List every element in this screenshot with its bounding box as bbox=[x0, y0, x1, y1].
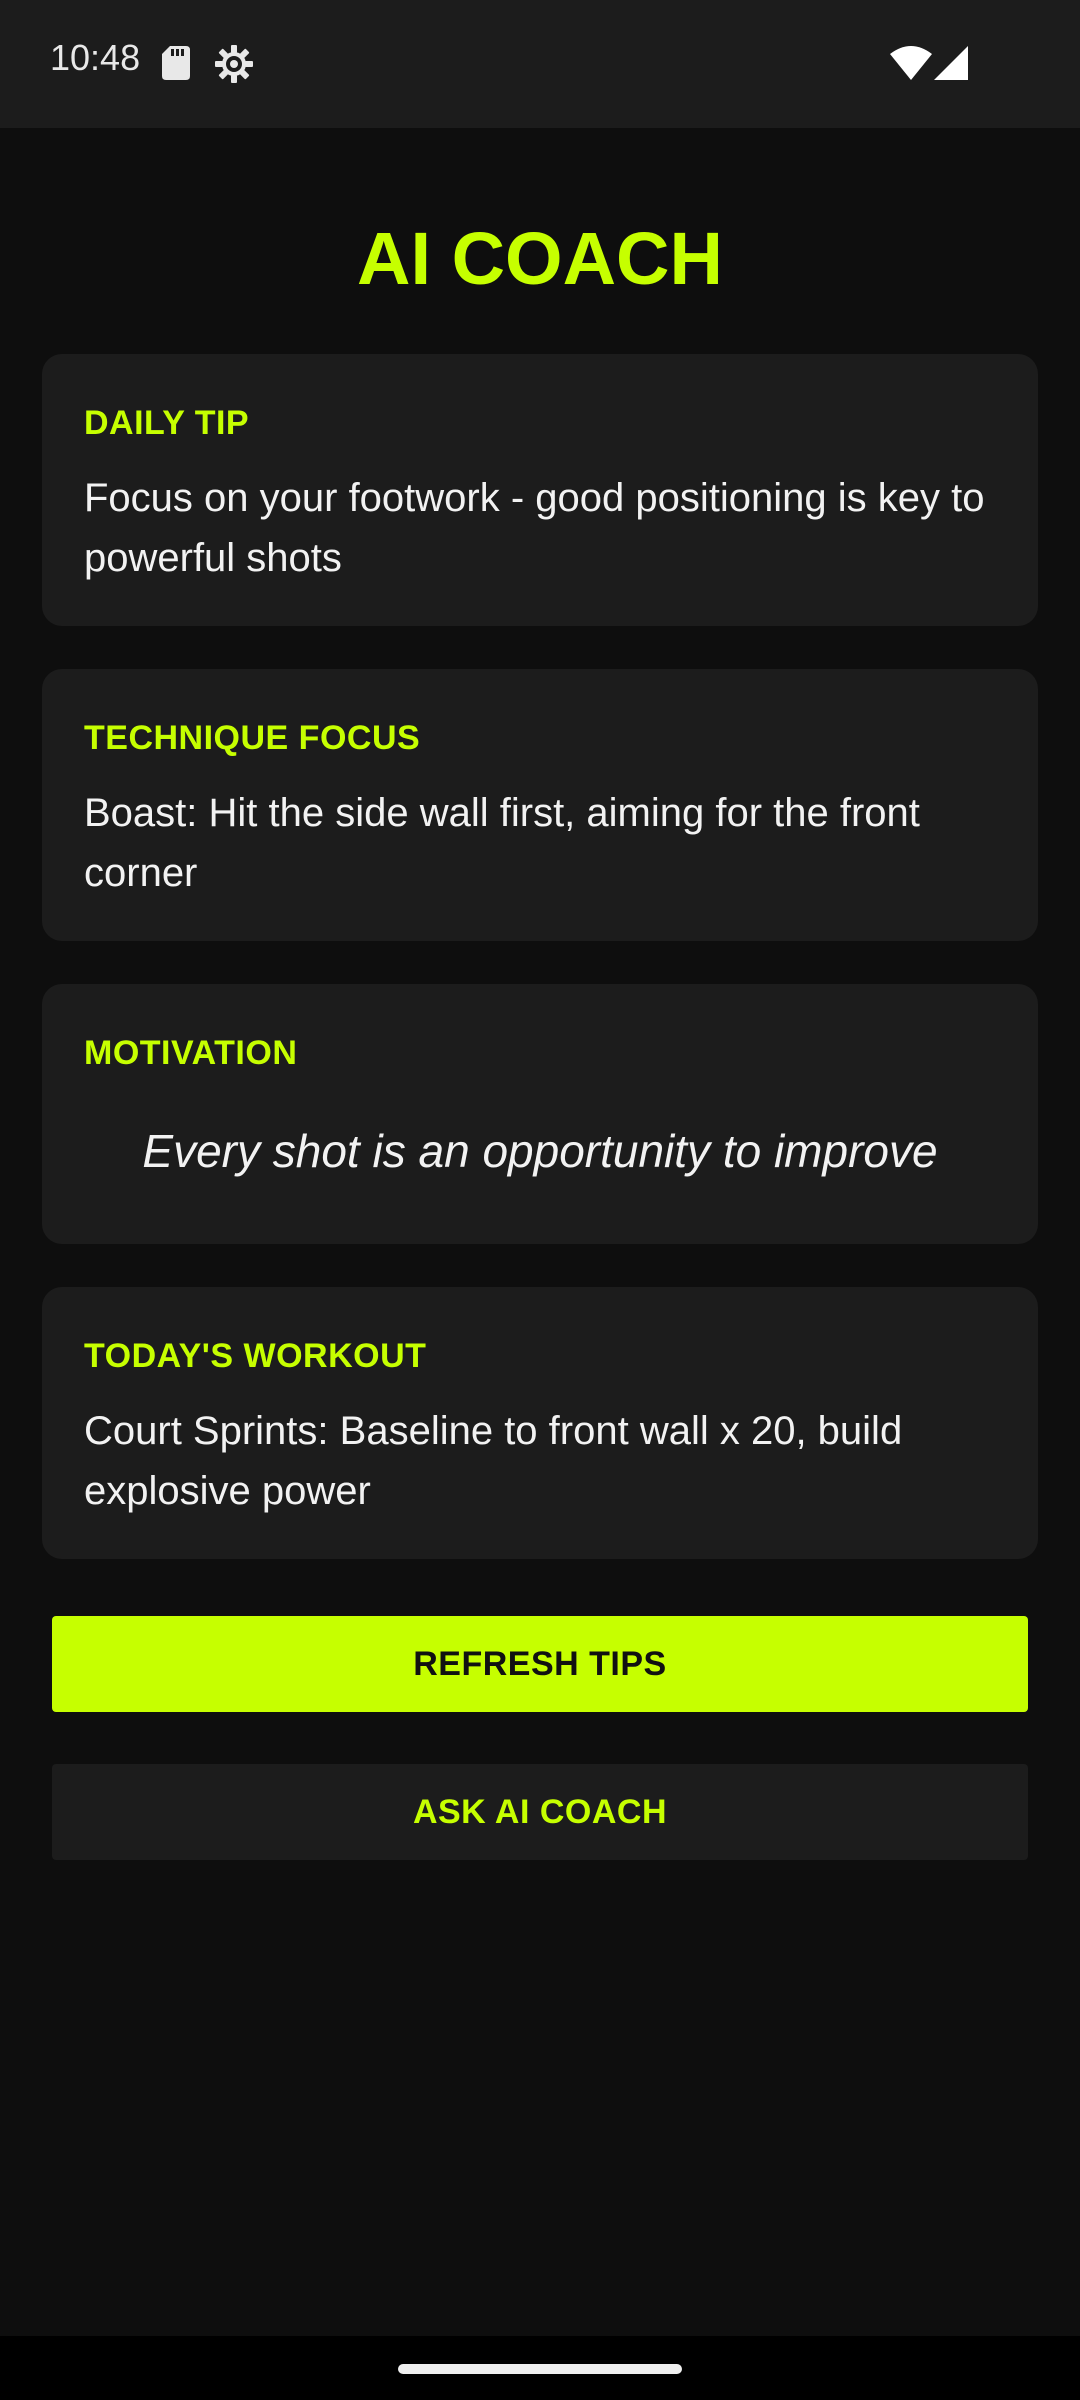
workout-label: TODAY'S WORKOUT bbox=[84, 1337, 427, 1375]
daily-tip-label: DAILY TIP bbox=[84, 404, 250, 442]
workout-card: TODAY'S WORKOUT Court Sprints: Baseline … bbox=[42, 1287, 1038, 1559]
wifi-icon bbox=[890, 46, 932, 85]
sd-card-icon bbox=[162, 46, 190, 85]
home-gesture-handle[interactable] bbox=[398, 2364, 682, 2374]
navigation-bar bbox=[0, 2336, 1080, 2400]
ask-ai-coach-button[interactable]: ASK AI COACH bbox=[52, 1764, 1028, 1860]
motivation-quote: Every shot is an opportunity to improve bbox=[142, 1125, 938, 1177]
status-time: 10:48 bbox=[50, 37, 141, 78]
refresh-tips-button[interactable]: REFRESH TIPS bbox=[52, 1616, 1028, 1712]
technique-focus-card: TECHNIQUE FOCUS Boast: Hit the side wall… bbox=[42, 669, 1038, 941]
page-title: AI COACH bbox=[357, 217, 723, 300]
workout-text: Court Sprints: Baseline to front wall x … bbox=[84, 1409, 903, 1513]
daily-tip-text: Focus on your footwork - good positionin… bbox=[84, 476, 985, 580]
motivation-card: MOTIVATION Every shot is an opportunity … bbox=[42, 984, 1038, 1244]
cell-signal-icon bbox=[934, 46, 968, 85]
daily-tip-card: DAILY TIP Focus on your footwork - good … bbox=[42, 354, 1038, 626]
technique-focus-text: Boast: Hit the side wall first, aiming f… bbox=[84, 791, 920, 895]
status-bar: 10:48 bbox=[0, 0, 1080, 128]
technique-focus-label: TECHNIQUE FOCUS bbox=[84, 719, 421, 757]
motivation-label: MOTIVATION bbox=[84, 1034, 298, 1072]
settings-gear-icon bbox=[214, 44, 254, 89]
